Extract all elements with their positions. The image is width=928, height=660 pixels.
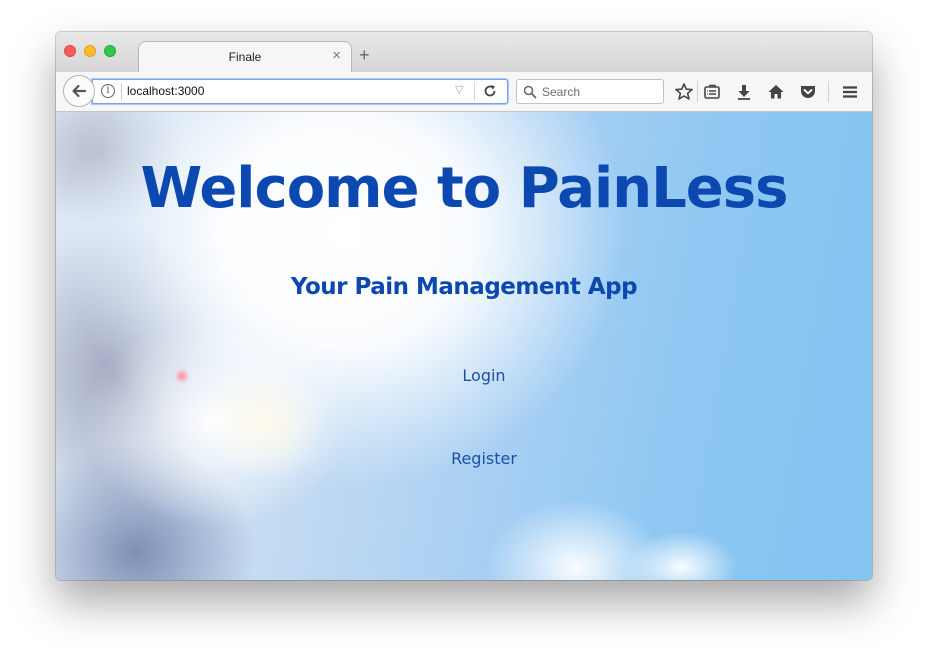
register-link[interactable]: Register (56, 449, 872, 468)
url-text[interactable]: localhost:3000 (127, 84, 204, 98)
tab-title: Finale (228, 50, 262, 64)
toolbar-divider (828, 81, 829, 102)
info-icon[interactable]: i (101, 84, 115, 98)
pocket-icon[interactable] (798, 82, 818, 102)
bookmark-star-icon[interactable] (674, 82, 694, 102)
tab-close-icon[interactable]: × (332, 48, 341, 64)
window-close-button[interactable] (64, 45, 76, 57)
search-icon (523, 85, 537, 104)
reload-icon[interactable] (482, 83, 498, 104)
home-icon[interactable] (766, 82, 786, 102)
browser-window: Finale × + i localhost:3000 ▽ Search Wel… (56, 32, 872, 580)
reading-list-icon[interactable] (702, 82, 722, 102)
download-icon[interactable] (734, 82, 754, 102)
url-dropdown-icon[interactable]: ▽ (455, 83, 463, 96)
page-title: Welcome to PainLess (140, 156, 789, 221)
url-divider-2 (474, 82, 475, 101)
tab-strip: Finale × + (56, 32, 872, 73)
new-tab-button[interactable]: + (359, 46, 370, 64)
url-bar[interactable]: i localhost:3000 ▽ (92, 79, 508, 104)
hamburger-menu-icon[interactable] (840, 82, 860, 102)
back-button[interactable] (63, 75, 95, 107)
tab-finale[interactable]: Finale × (138, 41, 352, 73)
back-arrow-icon (72, 84, 87, 98)
page-content: Welcome to PainLess Your Pain Management… (56, 112, 872, 580)
search-placeholder: Search (542, 85, 581, 99)
login-link[interactable]: Login (56, 366, 872, 385)
search-bar[interactable]: Search (516, 79, 664, 104)
toolbar-divider (697, 81, 698, 102)
window-maximize-button[interactable] (104, 45, 116, 57)
url-divider (121, 83, 122, 100)
page-subtitle: Your Pain Management App (290, 274, 638, 300)
navigation-toolbar: i localhost:3000 ▽ Search (56, 72, 872, 112)
window-minimize-button[interactable] (84, 45, 96, 57)
